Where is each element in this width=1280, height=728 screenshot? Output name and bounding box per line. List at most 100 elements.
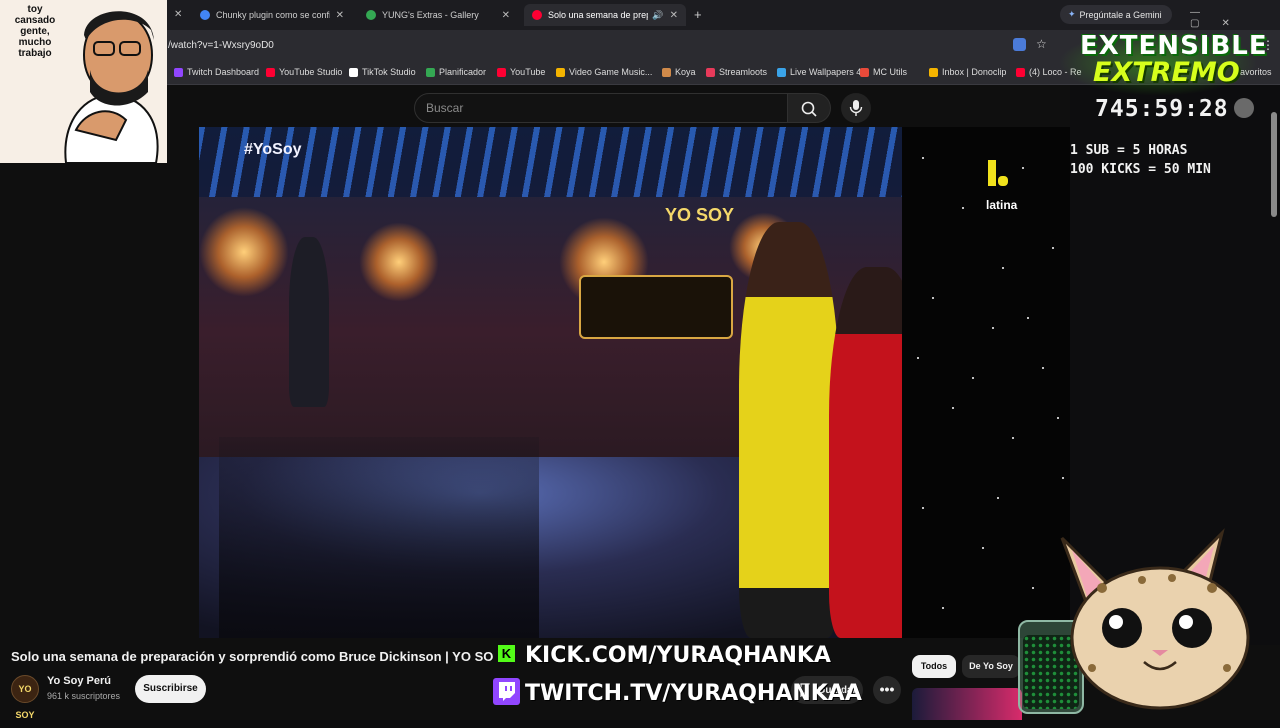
browser-tab-youtube-active[interactable]: Solo una semana de prepar 🔊 ✕ [524,4,686,26]
new-tab-button[interactable]: + [694,7,702,22]
subathon-timer: 745:59:28 [1095,96,1229,122]
channel-avatar[interactable]: YO SOY [11,675,39,720]
star-dot [982,547,984,549]
tab-title: YUNG's Extras - Gallery [382,10,479,20]
bookmark-favicon-icon [706,67,715,77]
bookmark-item[interactable]: YouTube [497,67,545,77]
close-window-icon[interactable]: ✕ [1221,18,1251,29]
tab-title: Solo una semana de prepar [548,10,649,20]
tab-close-icon[interactable]: ✕ [670,10,678,21]
show-hashtag: #YoSoy [244,141,302,158]
kick-url-text: KICK.COM/YURAQHANKA [525,643,831,668]
bookmark-item[interactable]: Inbox | Donoclip [929,67,1006,77]
browser-tab-chunky[interactable]: Chunky plugin como se config ✕ [192,4,352,26]
bookmark-label: Koya [675,67,696,77]
bookmark-label: Planificador [439,67,487,77]
search-button[interactable] [787,93,831,123]
sub-rule-text: 1 SUB = 5 HORAS [1070,143,1188,158]
tab-close-icon[interactable]: ✕ [336,10,344,21]
star-dot [922,507,924,509]
video-player[interactable] [199,127,902,638]
bookmark-item[interactable]: Live Wallpapers 4K [777,67,867,77]
bookmark-label: Video Game Music... [569,67,653,77]
performer-figure [289,237,329,407]
star-dot [1052,247,1054,249]
bookmark-item[interactable]: Video Game Music... [556,67,652,77]
search-input[interactable]: Buscar [414,93,788,123]
star-dot [1062,477,1064,479]
webcam-overlay: toy cansado gente, mucho trabajo [0,0,167,163]
voice-search-button[interactable] [841,93,871,123]
bookmark-label: YouTube [510,67,546,77]
chip-de-yo-soy[interactable]: De Yo Soy [962,655,1020,678]
bookmark-favicon-icon [349,67,358,77]
recommended-video-thumbnail[interactable] [912,688,1022,720]
bookmark-favicon-icon [497,67,506,77]
bookmark-item[interactable]: Planificador [426,67,486,77]
chip-todos[interactable]: Todos [912,655,956,678]
tab-title: Chunky plugin como se config [216,10,330,20]
bookmark-label: MC Utils [873,67,907,77]
browser-tab-yungs[interactable]: YUNG's Extras - Gallery ✕ [358,4,518,26]
contestant-figure [829,267,902,638]
bookmark-label: TikTok Studio [362,67,416,77]
tab-close-icon[interactable]: ✕ [502,10,510,21]
tab-close-icon[interactable]: ✕ [174,9,182,20]
bookmark-favicon-icon [174,67,183,77]
scrollbar-thumb[interactable] [1271,112,1277,217]
search-icon [801,101,817,117]
star-dot [1042,367,1044,369]
speaker-icon[interactable]: 🔊 [652,10,663,21]
gemini-label: Pregúntale a Gemini [1079,9,1162,20]
twitch-url-text: TWITCH.TV/YURAQHANKAA [525,681,862,706]
google-favicon-icon [200,10,210,20]
bookmark-favicon-icon [266,67,275,77]
bookmark-item[interactable]: Twitch Dashboard [174,67,259,77]
judges-desk [579,275,733,339]
star-dot [972,377,974,379]
webcam-caption: toy cansado gente, mucho trabajo [14,4,56,59]
translate-icon[interactable] [1013,38,1026,51]
bookmark-label: YouTube Studio [279,67,343,77]
show-logo: YO SOY [665,205,735,225]
microphone-icon [849,100,863,116]
stage-light [199,207,289,297]
kick-logo-icon: K [498,645,515,662]
bookmark-item[interactable]: MC Utils [860,67,907,77]
gemini-sparkle-icon: ✦ [1068,9,1076,19]
banner-line-2: EXTREMO [1093,57,1240,88]
gemini-button[interactable]: ✦ Pregúntale a Gemini [1060,5,1172,24]
video-title: Solo una semana de preparación y sorpren… [11,649,493,664]
star-dot [1032,587,1034,589]
network-logo-text: latina [986,198,1018,212]
minimize-icon[interactable]: — [1190,7,1222,18]
bookmark-favicon-icon [556,67,565,77]
star-dot [962,207,964,209]
star-dot [1002,267,1004,269]
bookmark-label: Twitch Dashboard [187,67,260,77]
url-field[interactable]: /watch?v=1-Wxsry9oD0 [168,40,274,51]
bookmark-item[interactable]: TikTok Studio [349,67,416,77]
bookmark-star-icon[interactable]: ☆ [1036,37,1047,51]
channel-subscriber-count: 961 k suscriptores [47,691,121,701]
subscribe-button[interactable]: Suscribirse [135,675,206,703]
maximize-icon[interactable]: ▢ [1190,18,1221,29]
bookmark-item[interactable]: Streamloots [706,67,767,77]
window-controls[interactable]: —▢✕ [1190,7,1280,29]
latina-logo [986,158,1024,196]
host-figure [739,222,839,638]
star-dot [922,157,924,159]
star-dot [942,607,944,609]
stage-lights [199,127,902,197]
bookmark-favicon-icon [777,67,786,77]
bookmark-item[interactable]: YouTube Studio [266,67,342,77]
site-favicon-icon [366,10,376,20]
bookmark-favicon-icon [860,67,869,77]
bookmark-item[interactable]: Koya [662,67,696,77]
channel-name[interactable]: Yo Soy Perú [47,675,111,687]
kicks-rule-text: 100 KICKS = 50 MIN [1070,162,1211,177]
bookmark-favicon-icon [662,67,671,77]
more-actions-button[interactable]: ••• [873,676,901,704]
youtube-favicon-icon [532,10,542,20]
camera-crew [219,437,539,638]
